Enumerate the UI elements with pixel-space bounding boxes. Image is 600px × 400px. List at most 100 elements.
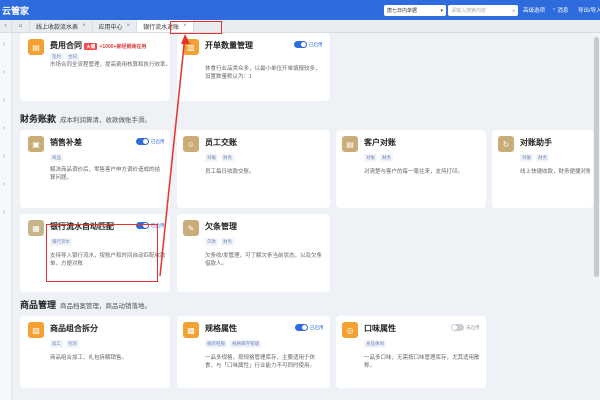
toggle-switch[interactable]	[451, 324, 464, 331]
wallet-icon: ▣	[28, 136, 44, 152]
card-flavor-attr[interactable]: ◎ 口味属性 未启用 食品休闲 一品多口味，无需按口味管理库存，尤其适用散称。	[336, 316, 486, 388]
enable-toggle[interactable]: 已启用	[136, 138, 165, 145]
section-desc: 商品档案管理，商品动销落地。	[60, 303, 152, 310]
chevron-right-icon[interactable]: ›	[3, 153, 5, 160]
scroll-thumb[interactable]	[594, 37, 599, 277]
help-link[interactable]: 高级选项	[523, 6, 545, 14]
card-desc: 线上快捷收款，财务便捷对账	[520, 169, 590, 175]
tag: 规格库存管理	[230, 340, 261, 348]
chevron-right-icon[interactable]: ›	[3, 181, 5, 188]
tag: 财务	[221, 238, 234, 246]
tag: 对账	[205, 154, 218, 162]
card-spec-attr[interactable]: ▩ 规格属性 已启用 服装鞋服 规格库存管理 一品多规格，按规格管理库存，主要适…	[177, 316, 330, 388]
chevron-right-icon[interactable]: ›	[3, 69, 5, 76]
card-open-qty[interactable]: ▥ 开单数量管理 已启用 休食行业品类众多，以最小单位开单填报较多，设置数量默认…	[177, 33, 330, 101]
bell-icon: ◔	[552, 7, 556, 13]
card-staff-ledger[interactable]: ☺ 员工交账 对账 财务 员工每日收款交账。	[177, 130, 330, 208]
left-rail: › › › › › › ›	[0, 33, 12, 400]
tag: 财务	[221, 154, 234, 162]
card-desc: 员工每日收款交账。	[205, 169, 255, 175]
tab-online-receipts[interactable]: 线上收款流水表 ×	[30, 20, 93, 32]
tag: 合同	[66, 53, 79, 61]
tag: 加工	[50, 340, 63, 348]
tag: 商品	[50, 154, 63, 162]
card-title: 员工交账	[205, 138, 237, 147]
top-bar: 云管家 唐七日内单据 ▾ 请输入搜索内容 ⌕ 高级选项 ◔ 消息 导出/导入	[0, 0, 600, 20]
store-select-label: 唐七日内单据	[387, 8, 418, 14]
tab-bar: « ⌂ 线上收款流水表 × 应用中心 × 银行流水对账 ×	[0, 20, 600, 33]
card-desc: 欠条收/发管理，可了解欠条当前状态，以及欠条借款人。	[205, 253, 323, 267]
annotation-highlight-card	[46, 224, 158, 282]
card-desc: 解决商品调价后，零售客户申方调价造成的结算问题。	[50, 167, 161, 181]
import-link[interactable]: 导出/导入	[578, 6, 600, 14]
section-finance: 财务账款 成本利润算清，收款做账手滑。	[20, 112, 151, 125]
document-icon: ▤	[342, 136, 358, 152]
card-desc: 一品多规格，按规格管理库存，主要适用于休食，与「口味属性」行业能力不可同时使用。	[205, 355, 316, 369]
tag: 对账	[364, 154, 377, 162]
card-debt[interactable]: ✎ 欠条管理 欠款 财务 欠条收/发管理，可了解欠条当前状态，以及欠条借款人。	[177, 214, 330, 292]
enable-toggle[interactable]: 未启用	[451, 324, 480, 331]
card-title: 商品组合拆分	[50, 324, 98, 333]
store-select[interactable]: 唐七日内单据 ▾	[384, 5, 446, 16]
tag: 签约	[50, 53, 63, 61]
chevron-right-icon[interactable]: ›	[3, 209, 5, 216]
scrollbar[interactable]	[593, 33, 600, 400]
user-icon: ☺	[183, 136, 199, 152]
flavor-icon: ◎	[342, 322, 358, 338]
close-icon[interactable]: ×	[82, 23, 86, 29]
card-desc: 市场合同全流程管理，提高费用核算和执行效率。	[50, 62, 172, 68]
tag: 欠款	[205, 238, 218, 246]
card-customer-recon[interactable]: ▤ 客户对账 对账 财务 对清楚与客户的每一笔往来，支持打印。	[336, 130, 486, 208]
tag: 食品休闲	[364, 340, 386, 348]
card-title: 口味属性	[364, 324, 396, 333]
card-desc: 商品组合加工、礼包拆解销售。	[50, 355, 128, 361]
hot-badge: 火爆	[84, 43, 98, 50]
chevron-right-icon[interactable]: ›	[3, 41, 5, 48]
section-goods: 商品管理 商品档案管理，商品动销落地。	[20, 298, 151, 311]
card-fee-contract[interactable]: ▤ 费用合同 火爆 +1000+家经销商在用 签约 合同 市场合同全流程管理，提…	[20, 33, 171, 101]
toggle-switch[interactable]	[295, 324, 308, 331]
chevron-right-icon[interactable]: ›	[3, 125, 5, 132]
enable-toggle[interactable]: 已启用	[294, 41, 323, 48]
enable-toggle[interactable]: 已启用	[295, 324, 324, 331]
card-recon-helper[interactable]: ↻ 对账助手 对账 财务 线上快捷收款，财务便捷对账	[492, 130, 593, 208]
card-combo-split[interactable]: ▨ 商品组合拆分 加工 包装 商品组合加工、礼包拆解销售。	[20, 316, 170, 388]
usage-badge-text: +1000+家经销商在用	[99, 44, 147, 50]
card-title: 欠条管理	[205, 222, 237, 231]
app-brand: 云管家	[2, 5, 30, 16]
search-input[interactable]: 请输入搜索内容 ⌕	[448, 5, 518, 16]
box-icon: ▥	[183, 39, 199, 55]
refresh-icon: ↻	[498, 136, 514, 152]
messages-link[interactable]: ◔ 消息	[552, 6, 568, 14]
tag: 财务	[536, 154, 549, 162]
card-title: 对账助手	[520, 138, 552, 147]
card-title: 规格属性	[205, 324, 237, 333]
tag: 服装鞋服	[205, 340, 227, 348]
home-icon: ⌂	[18, 23, 23, 29]
toggle-switch[interactable]	[136, 138, 149, 145]
card-title: 费用合同 火爆 +1000+家经销商在用	[50, 41, 147, 50]
card-sales-patch[interactable]: ▣ 销售补差 已启用 商品 解决商品调价后，零售客户申方调价造成的结算问题。	[20, 130, 170, 208]
search-icon[interactable]: ⌕	[512, 8, 515, 14]
annotation-highlight-tab	[170, 21, 222, 34]
toggle-switch[interactable]	[294, 41, 307, 48]
package-icon: ▨	[28, 322, 44, 338]
card-title: 开单数量管理	[205, 41, 253, 50]
note-icon: ✎	[183, 220, 199, 236]
section-title: 财务账款	[20, 114, 57, 124]
section-desc: 成本利润算清，收款做账手滑。	[60, 117, 152, 124]
collapse-icon[interactable]: «	[0, 20, 12, 32]
bank-icon: ▦	[28, 220, 44, 236]
chevron-right-icon[interactable]: ›	[3, 97, 5, 104]
home-tab[interactable]: ⌂	[12, 20, 30, 32]
tag: 对账	[520, 154, 533, 162]
card-title: 销售补差	[50, 138, 82, 147]
card-title: 客户对账	[364, 138, 396, 147]
close-icon[interactable]: ×	[127, 23, 131, 29]
card-desc: 一品多口味，无需按口味管理库存，尤其适用散称。	[364, 355, 480, 369]
tag: 包装	[66, 340, 79, 348]
tab-app-center[interactable]: 应用中心 ×	[93, 20, 138, 32]
tag: 财务	[380, 154, 393, 162]
chevron-down-icon: ▾	[440, 7, 443, 14]
card-desc: 休食行业品类众多，以最小单位开单填报较多，设置数量默认为：1	[205, 66, 321, 80]
